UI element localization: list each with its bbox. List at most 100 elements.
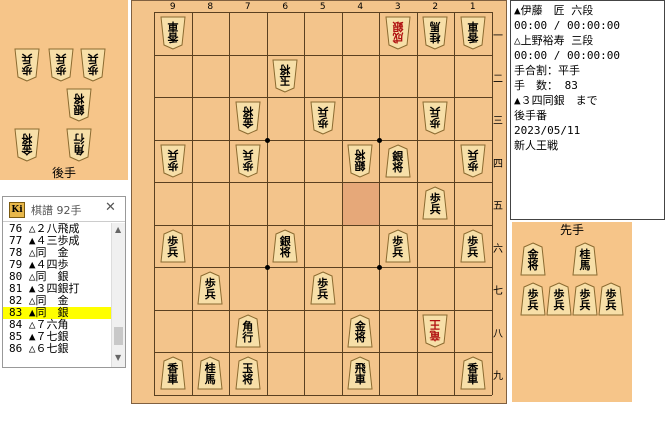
piece-char: 兵 (429, 203, 441, 217)
piece-char: 銀 (392, 20, 404, 34)
piece-char: 兵 (429, 105, 441, 119)
piece-char: 竜 (429, 328, 441, 342)
kifu-move-list[interactable]: 76 △２八飛成 77 ▲４三歩成 78 △同 金 79 ▲４四歩 80 △同 銀 81 … (3, 223, 111, 367)
gote-hand-piece[interactable]: 歩兵 (14, 48, 40, 82)
star-point (377, 137, 382, 143)
rank-number: 一 (493, 31, 503, 43)
gote-piece[interactable]: 歩兵 (235, 144, 261, 178)
grid-line-vertical (304, 12, 305, 395)
gote-piece[interactable]: 金将 (235, 101, 261, 135)
sente-piece[interactable]: 歩兵 (197, 271, 223, 305)
file-number: 8 (207, 2, 214, 12)
grid-line-horizontal (154, 309, 492, 311)
grid-line-vertical (229, 12, 230, 395)
sente-piece[interactable]: 銀将 (385, 144, 411, 178)
gote-piece[interactable]: 竜王 (422, 314, 448, 348)
game-date: 2023/05/11 (514, 124, 581, 137)
piece-char: 将 (354, 330, 366, 344)
kifu-app-icon: Ki (9, 202, 25, 218)
gote-hand-piece[interactable]: 歩兵 (48, 48, 74, 82)
sente-piece[interactable]: 飛車 (347, 356, 373, 390)
piece-char: 兵 (317, 288, 329, 302)
gote-piece[interactable]: 桂馬 (422, 16, 448, 50)
piece-char: 兵 (553, 299, 565, 312)
piece-char: 歩 (87, 63, 99, 76)
kifu-move-row[interactable]: 86 △６七銀 (3, 343, 111, 355)
piece-char: 銀 (73, 103, 85, 116)
piece-char: 歩 (167, 158, 179, 172)
grid-line-vertical (416, 12, 418, 395)
piece-char: 金 (21, 143, 33, 156)
rank-number: 六 (493, 243, 503, 255)
gote-piece[interactable]: 玉将 (272, 59, 298, 93)
sente-piece[interactable]: 銀将 (272, 229, 298, 263)
file-number: 1 (469, 2, 476, 12)
sente-piece[interactable]: 角行 (235, 314, 261, 348)
rank-number: 四 (493, 158, 503, 170)
sente-piece[interactable]: 歩兵 (422, 186, 448, 220)
side-to-move: 後手番 (514, 109, 547, 122)
close-icon[interactable]: ✕ (105, 200, 116, 215)
gote-hand-piece[interactable]: 歩兵 (80, 48, 106, 82)
piece-char: 将 (279, 245, 291, 259)
sente-piece[interactable]: 香車 (460, 356, 486, 390)
piece-char: 車 (167, 20, 179, 34)
sente-piece[interactable]: 歩兵 (310, 271, 336, 305)
sente-hand-piece[interactable]: 歩兵 (572, 282, 598, 316)
gote-hand-piece[interactable]: 角行 (66, 128, 92, 162)
gote-piece[interactable]: 歩兵 (160, 144, 186, 178)
sente-hand-piece[interactable]: 歩兵 (546, 282, 572, 316)
grid-line-horizontal (154, 267, 492, 268)
piece-char: 車 (467, 20, 479, 34)
piece-char: 香 (167, 31, 179, 45)
piece-char: 歩 (429, 116, 441, 130)
scroll-down-icon[interactable]: ▼ (115, 353, 121, 362)
gote-piece[interactable]: 歩兵 (422, 101, 448, 135)
rank-number: 七 (493, 286, 503, 298)
piece-char: 行 (73, 132, 85, 145)
scroll-thumb[interactable] (114, 327, 123, 345)
piece-char: 車 (167, 373, 179, 387)
star-point (264, 137, 270, 143)
grid-line-horizontal (154, 54, 492, 56)
gote-piece[interactable]: 歩兵 (310, 101, 336, 135)
sente-piece[interactable]: 歩兵 (385, 229, 411, 263)
grid-line-horizontal (154, 224, 492, 226)
piece-char: 兵 (167, 245, 179, 259)
sente-piece[interactable]: 金将 (347, 314, 373, 348)
gote-piece[interactable]: 歩兵 (460, 144, 486, 178)
sente-hand-piece[interactable]: 歩兵 (598, 282, 624, 316)
gote-piece[interactable]: 成銀 (385, 16, 411, 50)
grid-line-horizontal (154, 352, 492, 353)
kifu-scrollbar[interactable]: ▲ ▼ (111, 223, 125, 367)
gote-hand-piece[interactable]: 銀将 (66, 88, 92, 122)
gote-piece[interactable]: 銀将 (347, 144, 373, 178)
sente-piece[interactable]: 香車 (160, 356, 186, 390)
star-point (264, 265, 270, 270)
sente-piece[interactable]: 玉将 (235, 356, 261, 390)
piece-char: 兵 (392, 245, 404, 259)
sente-piece[interactable]: 歩兵 (160, 229, 186, 263)
piece-char: 兵 (527, 299, 539, 312)
piece-char: 行 (242, 330, 254, 344)
piece-char: 歩 (242, 158, 254, 172)
rank-number: 二 (493, 73, 503, 85)
grid-line-horizontal (154, 12, 492, 13)
gote-piece[interactable]: 香車 (460, 16, 486, 50)
sente-hand-piece[interactable]: 歩兵 (520, 282, 546, 316)
shogi-board[interactable] (131, 0, 507, 404)
gote-piece[interactable]: 香車 (160, 16, 186, 50)
gote-hand-piece[interactable]: 金将 (14, 128, 40, 162)
piece-char: 玉 (279, 73, 291, 87)
sente-piece[interactable]: 歩兵 (460, 229, 486, 263)
file-number: 6 (282, 2, 289, 12)
sente-hand-piece[interactable]: 桂馬 (572, 242, 598, 276)
grid-line-vertical (454, 12, 455, 395)
sente-piece[interactable]: 桂馬 (197, 356, 223, 390)
sente-hand-piece[interactable]: 金将 (520, 242, 546, 276)
rank-number: 八 (493, 328, 503, 340)
file-number: 7 (244, 2, 251, 12)
file-number: 3 (394, 2, 401, 12)
piece-char: 歩 (21, 63, 33, 76)
scroll-up-icon[interactable]: ▲ (115, 225, 121, 234)
